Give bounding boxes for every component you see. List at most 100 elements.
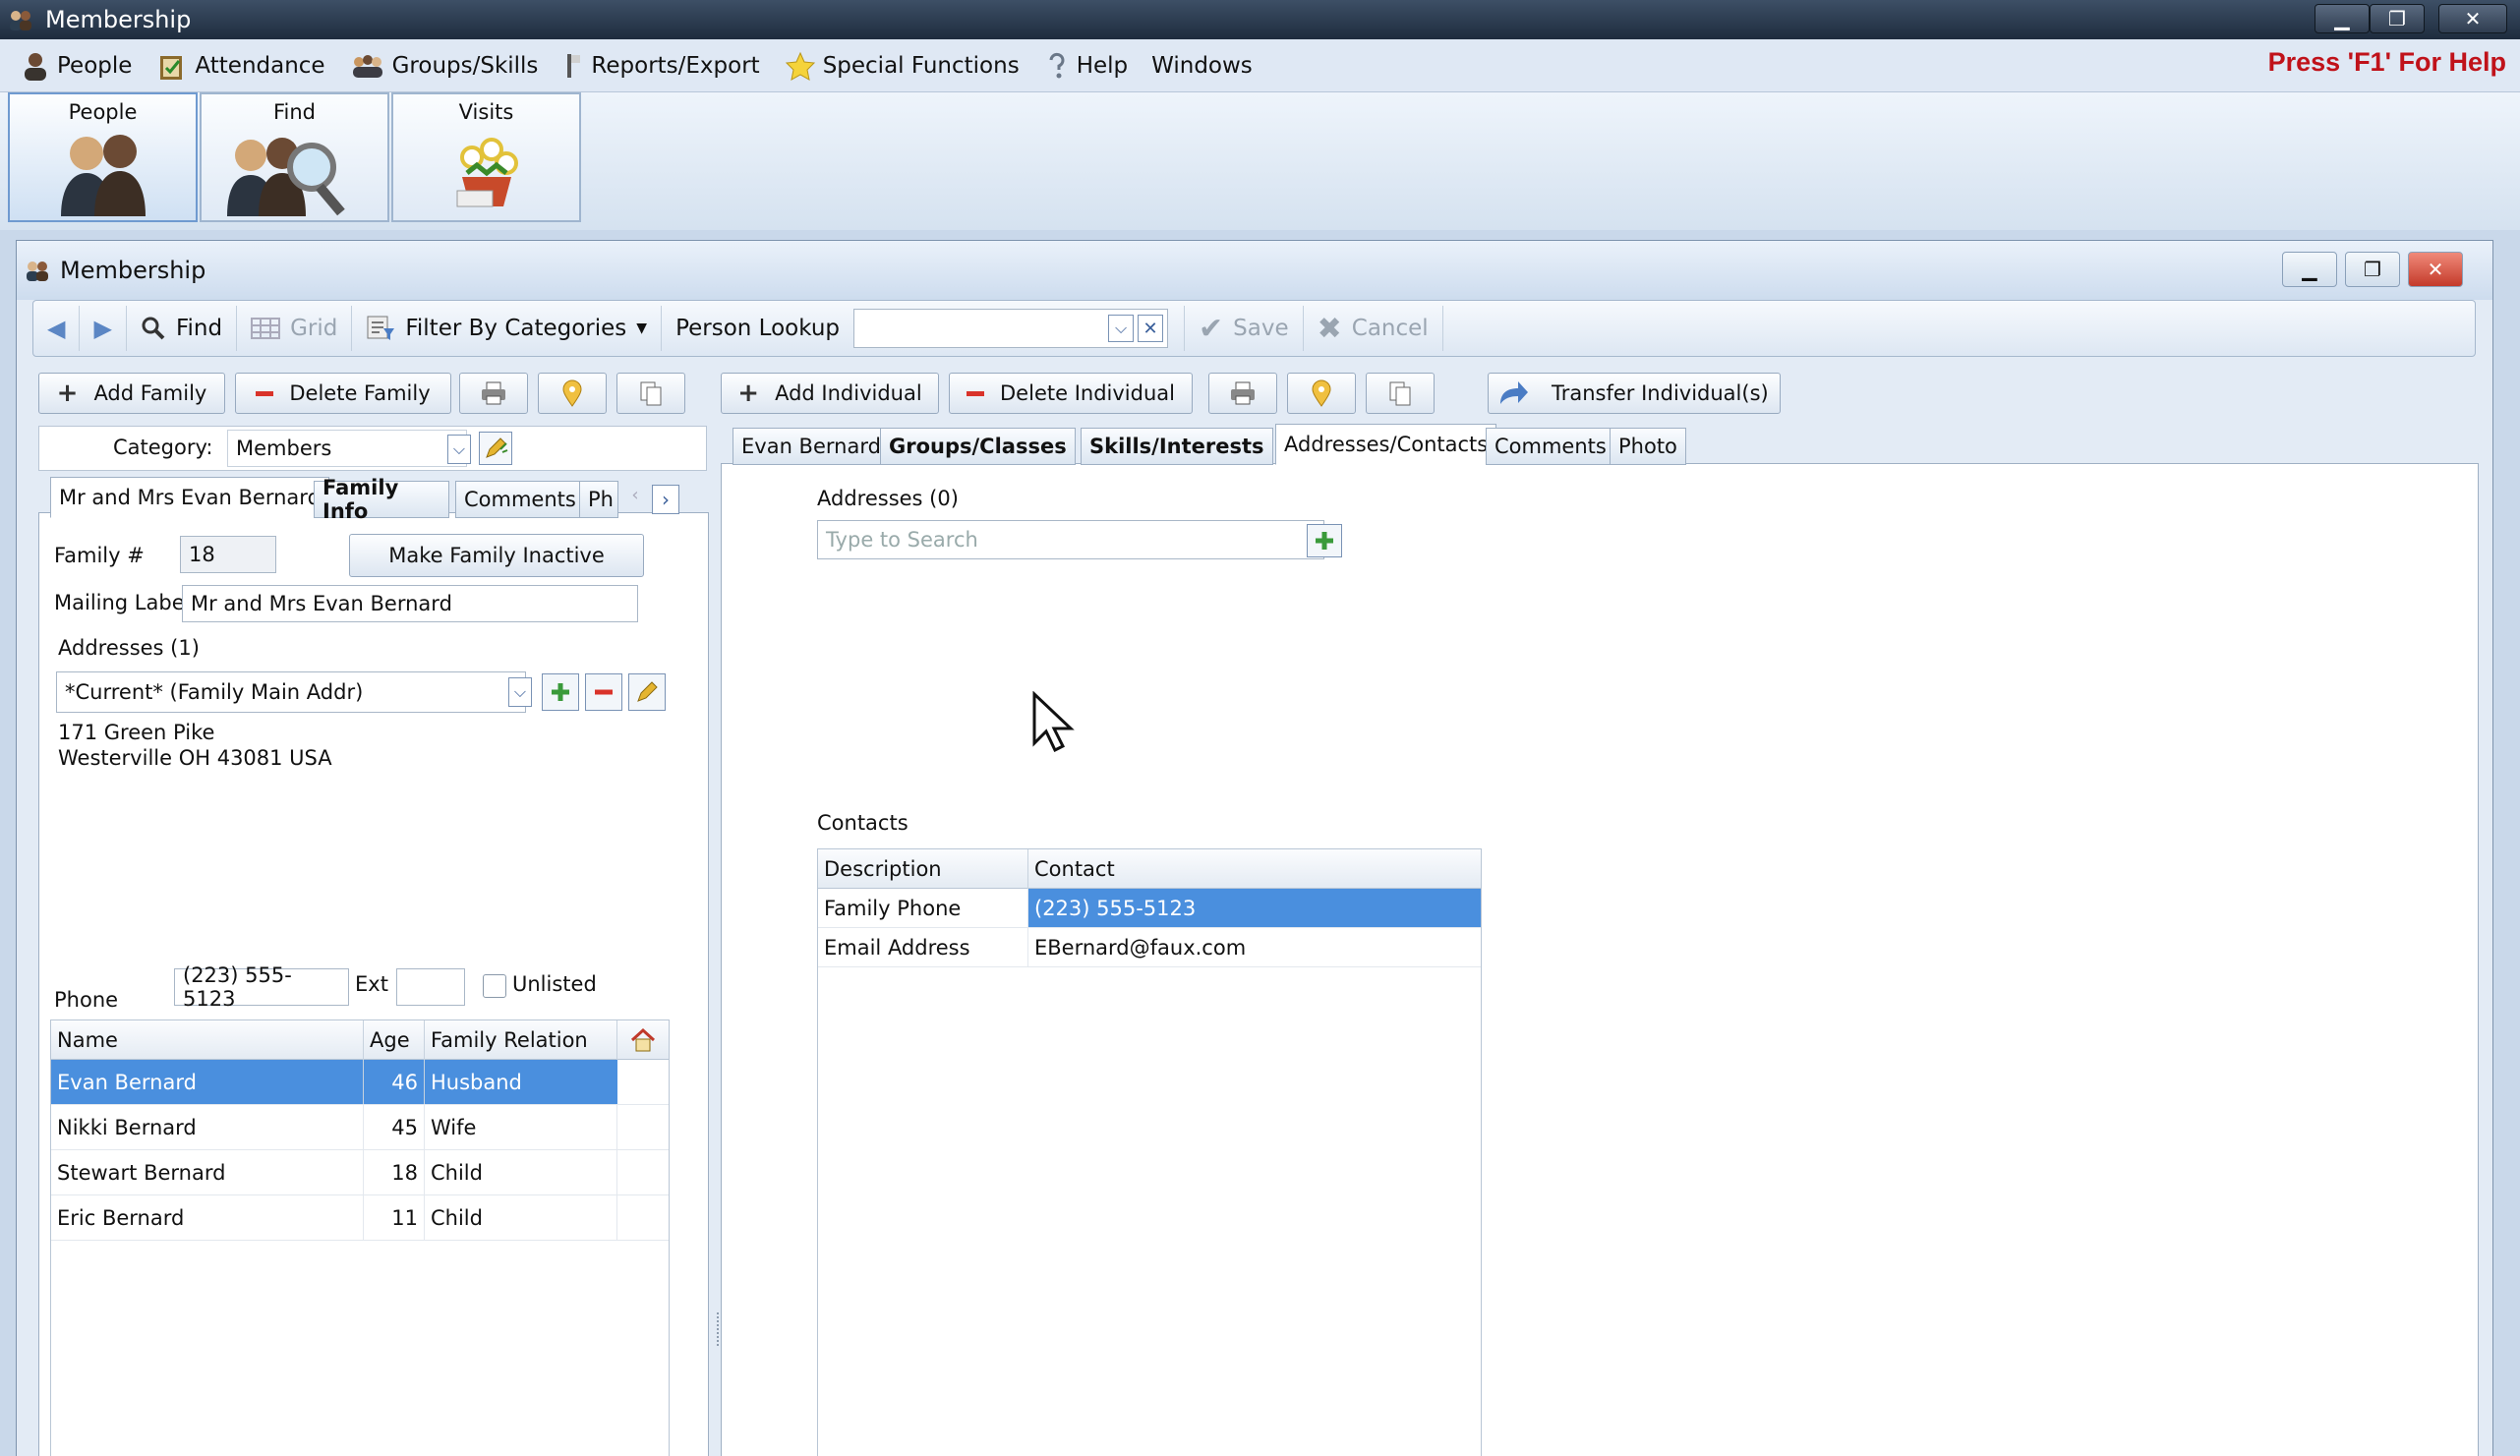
remove-address-icon[interactable] [585,673,622,711]
column-header-age[interactable]: Age [364,1020,425,1060]
launcher-find-button[interactable]: Find [200,92,389,222]
transfer-individuals-button[interactable]: Transfer Individual(s) [1488,373,1781,414]
table-row[interactable]: Email Address EBernard@faux.com [818,928,1481,967]
address-search-input[interactable]: Type to Search [817,520,1324,559]
column-header-description[interactable]: Description [818,849,1028,889]
column-header-household[interactable] [617,1020,669,1060]
edit-address-icon[interactable] [628,673,666,711]
add-address-icon[interactable] [542,673,579,711]
menu-people-label: People [57,52,133,79]
grid-label: Grid [290,316,338,341]
arrow-right-icon: ▶ [93,315,112,342]
maximize-icon: ❐ [2388,7,2406,30]
find-button[interactable]: Find [127,306,238,351]
table-row[interactable]: Evan Bernard 46 Husband [51,1060,669,1105]
inner-minimize-button[interactable]: ▁ [2282,252,2337,287]
menu-people[interactable]: People [22,46,132,86]
person-lookup-input[interactable]: ⌵ ✕ [853,309,1169,348]
print-family-button[interactable] [459,373,528,414]
chevron-down-icon[interactable]: ⌵ [447,435,471,464]
window-title: Membership [45,6,192,33]
menu-groups-skills[interactable]: Groups/Skills [351,46,538,86]
copy-family-button[interactable] [616,373,685,414]
maximize-button[interactable]: ❐ [2370,4,2425,33]
edit-category-icon[interactable] [479,432,512,465]
contacts-grid: Description Contact Family Phone (223) 5… [817,848,1482,1456]
tab-family-photo[interactable]: Ph [579,481,618,518]
map-individual-button[interactable] [1287,373,1356,414]
menu-windows-label: Windows [1151,52,1253,79]
column-header-contact[interactable]: Contact [1028,849,1481,889]
menu-special-functions-label: Special Functions [822,52,1020,79]
save-button[interactable]: ✔ Save [1184,306,1304,351]
plus-icon: + [737,379,760,408]
grid-button[interactable]: Grid [237,306,353,351]
add-address-icon[interactable] [1307,524,1342,557]
chevron-down-icon[interactable]: ⌵ [1108,315,1135,342]
cancel-button[interactable]: ✖ Cancel [1304,306,1443,351]
tab-groups-classes[interactable]: Groups/Classes [880,428,1076,465]
mailing-label-field[interactable]: Mr and Mrs Evan Bernard [182,585,638,622]
menu-help[interactable]: Help [1045,46,1128,86]
menu-attendance[interactable]: Attendance [157,46,325,86]
mailing-label-label: Mailing Label [54,591,191,614]
column-header-name[interactable]: Name [51,1020,364,1060]
tab-addresses-contacts[interactable]: Addresses/Contacts [1275,424,1497,465]
launcher-people-button[interactable]: People [8,92,198,222]
delete-family-button[interactable]: Delete Family [235,373,451,414]
back-button[interactable]: ◀ [33,306,81,351]
menu-windows[interactable]: Windows [1151,46,1253,86]
table-row[interactable]: Nikki Bernard 45 Wife [51,1105,669,1150]
inner-title-bar: Membership [17,241,2492,300]
chevron-down-icon[interactable]: ⌵ [508,677,532,707]
category-label: Category: [113,436,213,459]
menu-reports-export[interactable]: Reports/Export [563,46,760,86]
house-icon [629,1027,657,1053]
map-family-button[interactable] [538,373,607,414]
clear-icon[interactable]: ✕ [1138,315,1164,342]
tab-family-comments[interactable]: Comments [455,481,585,518]
menu-special-functions[interactable]: Special Functions [785,46,1020,86]
tab-individual-comments[interactable]: Comments [1486,428,1615,465]
close-button[interactable]: ✕ [2438,4,2507,33]
tab-scroll-left-icon[interactable]: ‹ [622,485,648,514]
table-row[interactable]: Stewart Bernard 18 Child [51,1150,669,1195]
table-row[interactable]: Eric Bernard 11 Child [51,1195,669,1241]
member-name: Nikki Bernard [51,1105,364,1149]
tab-photo[interactable]: Photo [1610,428,1686,465]
address-select[interactable]: *Current* (Family Main Addr) [56,671,526,713]
transfer-individuals-label: Transfer Individual(s) [1552,381,1769,405]
tab-family-name[interactable]: Mr and Mrs Evan Bernard [50,477,329,518]
filter-categories-dropdown[interactable]: Filter By Categories ▼ [352,306,663,351]
print-individual-button[interactable] [1208,373,1277,414]
inner-close-button[interactable]: ✕ [2408,252,2463,287]
person-icon [22,51,49,81]
table-row[interactable]: Family Phone (223) 555-5123 [818,889,1481,928]
app-icon [25,260,50,281]
column-header-relation[interactable]: Family Relation [425,1020,617,1060]
add-family-button[interactable]: + Add Family [38,373,225,414]
make-family-inactive-button[interactable]: Make Family Inactive [349,534,644,577]
family-number-field[interactable]: 18 [180,536,276,573]
inner-maximize-button[interactable]: ❐ [2345,252,2400,287]
filter-label: Filter By Categories [405,316,627,341]
add-individual-button[interactable]: + Add Individual [721,373,939,414]
filter-icon [366,315,395,342]
minimize-button[interactable]: ▁ [2315,4,2370,33]
forward-button[interactable]: ▶ [80,306,127,351]
category-select[interactable]: Members [227,430,467,467]
launcher-visits-button[interactable]: Visits [391,92,581,222]
phone-field[interactable]: (223) 555-5123 [174,963,349,1011]
member-relation: Wife [425,1105,617,1149]
delete-individual-button[interactable]: Delete Individual [949,373,1193,414]
tab-scroll-right-icon[interactable]: › [652,485,679,514]
checkmark-icon: ✔ [1199,311,1224,346]
unlisted-checkbox[interactable] [483,974,506,998]
tab-skills-interests[interactable]: Skills/Interests [1081,428,1273,465]
groups-icon [351,53,384,79]
ext-field[interactable] [396,968,465,1006]
family-members-grid: Name Age Family Relation Evan Bernard 46… [50,1019,670,1456]
tab-individual-name[interactable]: Evan Bernard [733,428,890,465]
tab-family-info[interactable]: Family Info [314,476,449,523]
copy-individual-button[interactable] [1366,373,1435,414]
